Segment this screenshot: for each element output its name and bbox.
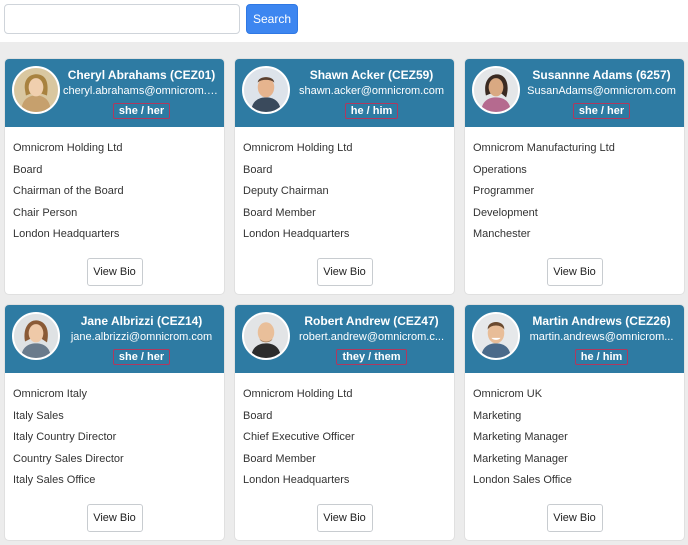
pronoun-row: he / him (523, 347, 680, 365)
avatar-photo-icon (474, 68, 518, 112)
employee-email[interactable]: robert.andrew@omnicrom.c... (293, 331, 450, 343)
employee-details: Omnicrom Holding Ltd Board Deputy Chairm… (235, 138, 454, 246)
location-line: London Headquarters (243, 474, 350, 486)
pronoun-badge: they / them (336, 349, 407, 365)
view-bio-button[interactable]: View Bio (316, 504, 373, 532)
employee-card: Shawn Acker (CEZ59) shawn.acker@omnicrom… (235, 59, 454, 294)
avatar-photo-icon (14, 314, 58, 358)
search-button[interactable]: Search (246, 4, 298, 34)
avatar (472, 66, 520, 114)
avatar (12, 66, 60, 114)
employee-card: Martin Andrews (CEZ26) martin.andrews@om… (465, 305, 684, 540)
employee-email[interactable]: martin.andrews@omnicrom... (523, 331, 680, 343)
job-title-line: Chairman of the Board (13, 185, 124, 197)
avatar (242, 312, 290, 360)
pronoun-row: she / her (63, 347, 220, 365)
pronoun-badge: he / him (344, 103, 399, 119)
employee-email[interactable]: jane.albrizzi@omnicrom.com (63, 331, 220, 343)
card-header: Shawn Acker (CEZ59) shawn.acker@omnicrom… (235, 59, 454, 127)
employee-name: Cheryl Abrahams (CEZ01) (67, 68, 216, 82)
employee-name: Shawn Acker (CEZ59) (309, 68, 434, 82)
employee-card: Susannne Adams (6257) SusanAdams@omnicro… (465, 59, 684, 294)
employee-card: Robert Andrew (CEZ47) robert.andrew@omni… (235, 305, 454, 540)
location-line: Manchester (473, 228, 531, 240)
job-title-line: Marketing Manager (473, 431, 568, 443)
employee-email[interactable]: cheryl.abrahams@omnicrom.com (63, 85, 220, 97)
card-header: Robert Andrew (CEZ47) robert.andrew@omni… (235, 305, 454, 373)
employee-details: Omnicrom Holding Ltd Board Chairman of t… (5, 138, 224, 246)
card-header: Susannne Adams (6257) SusanAdams@omnicro… (465, 59, 684, 127)
employee-name: Robert Andrew (CEZ47) (304, 314, 439, 328)
avatar-photo-icon (244, 68, 288, 112)
pronoun-row: she / her (63, 101, 220, 119)
employee-details: Omnicrom Holding Ltd Board Chief Executi… (235, 384, 454, 492)
company-line: Omnicrom Holding Ltd (243, 142, 353, 154)
pronoun-badge: she / her (572, 103, 631, 119)
avatar (472, 312, 520, 360)
view-bio-button[interactable]: View Bio (86, 504, 143, 532)
company-line: Omnicrom UK (473, 388, 543, 400)
role-line: Board Member (243, 206, 316, 219)
company-line: Omnicrom Holding Ltd (243, 388, 353, 400)
card-header: Cheryl Abrahams (CEZ01) cheryl.abrahams@… (5, 59, 224, 127)
pronoun-row: she / her (523, 101, 680, 119)
role-line: Marketing Manager (473, 452, 568, 465)
employee-name: Susannne Adams (6257) (532, 68, 671, 82)
employee-email[interactable]: shawn.acker@omnicrom.com (293, 85, 450, 97)
employee-details: Omnicrom Manufacturing Ltd Operations Pr… (465, 138, 684, 246)
avatar (242, 66, 290, 114)
card-header: Jane Albrizzi (CEZ14) jane.albrizzi@omni… (5, 305, 224, 373)
employee-card: Cheryl Abrahams (CEZ01) cheryl.abrahams@… (5, 59, 224, 294)
top-search-bar: Search (0, 0, 688, 42)
employee-details: Omnicrom Italy Italy Sales Italy Country… (5, 384, 224, 492)
location-line: London Headquarters (13, 228, 120, 240)
pronoun-row: they / them (293, 347, 450, 365)
avatar-photo-icon (14, 68, 58, 112)
search-input[interactable] (4, 4, 240, 34)
job-title-line: Deputy Chairman (243, 185, 329, 197)
company-line: Omnicrom Manufacturing Ltd (473, 142, 615, 154)
role-line: Chair Person (13, 206, 78, 219)
department-line: Board (243, 409, 273, 422)
employee-name: Martin Andrews (CEZ26) (532, 314, 671, 328)
role-line: Country Sales Director (13, 452, 124, 465)
location-line: London Headquarters (243, 228, 350, 240)
employee-card: Jane Albrizzi (CEZ14) jane.albrizzi@omni… (5, 305, 224, 540)
company-line: Omnicrom Italy (13, 388, 87, 400)
location-line: London Sales Office (473, 474, 572, 486)
role-line: Development (473, 206, 538, 219)
pronoun-badge: she / her (112, 349, 171, 365)
avatar (12, 312, 60, 360)
location-line: Italy Sales Office (13, 474, 96, 486)
avatar-photo-icon (244, 314, 288, 358)
pronoun-badge: he / him (574, 349, 629, 365)
employee-email[interactable]: SusanAdams@omnicrom.com (523, 85, 680, 97)
view-bio-button[interactable]: View Bio (316, 258, 373, 286)
pronoun-badge: she / her (112, 103, 171, 119)
employee-name: Jane Albrizzi (CEZ14) (80, 314, 203, 328)
department-line: Board (13, 163, 43, 176)
employee-details: Omnicrom UK Marketing Marketing Manager … (465, 384, 684, 492)
view-bio-button[interactable]: View Bio (86, 258, 143, 286)
department-line: Italy Sales (13, 409, 64, 422)
department-line: Board (243, 163, 273, 176)
card-header: Martin Andrews (CEZ26) martin.andrews@om… (465, 305, 684, 373)
role-line: Board Member (243, 452, 316, 465)
job-title-line: Chief Executive Officer (243, 431, 355, 443)
view-bio-button[interactable]: View Bio (546, 504, 603, 532)
department-line: Operations (473, 163, 527, 176)
job-title-line: Programmer (473, 185, 535, 197)
pronoun-row: he / him (293, 101, 450, 119)
company-line: Omnicrom Holding Ltd (13, 142, 123, 154)
avatar-photo-icon (474, 314, 518, 358)
view-bio-button[interactable]: View Bio (546, 258, 603, 286)
department-line: Marketing (473, 409, 522, 422)
job-title-line: Italy Country Director (13, 431, 117, 443)
